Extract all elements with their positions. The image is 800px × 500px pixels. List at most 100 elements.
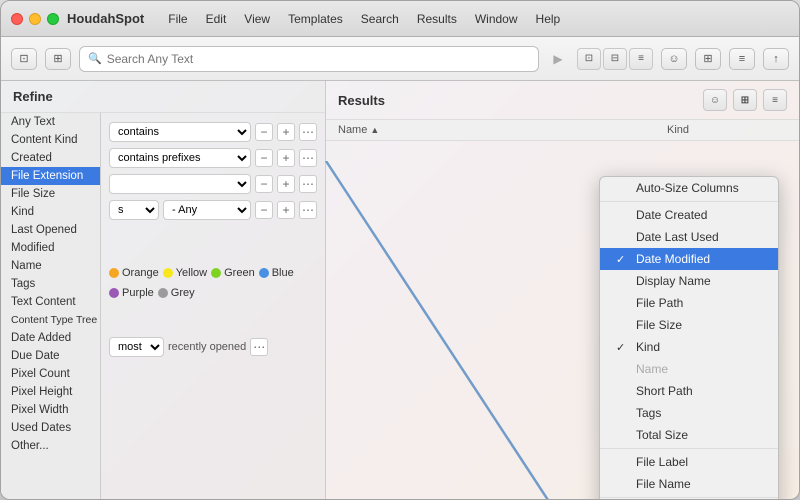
refine-item-modified[interactable]: Modified [1,239,100,257]
refine-item-name[interactable]: Name [1,257,100,275]
refine-item-pixel-count[interactable]: Pixel Count [1,365,100,383]
menu-search[interactable]: Search [353,10,407,28]
refine-item-text-content[interactable]: Text Content [1,293,100,311]
view-single-button[interactable]: ⊡ [577,48,601,70]
toolbar: ⊡ ⊞ 🔍 ▶ ⊡ ⊟ ≡ ☺ ⊞ ≡ ↑ [1,37,799,81]
filter-remove-4[interactable]: − [255,201,273,219]
filter-row-4: s - Any − + ⋯ [101,197,325,223]
results-grid-btn[interactable]: ⊞ [733,89,757,111]
filter-add-2[interactable]: + [277,149,295,167]
grey-label: Grey [171,287,195,299]
color-row-2: Purple Grey [101,283,325,303]
filter-remove-2[interactable]: − [255,149,273,167]
refine-header: Refine [1,81,325,113]
ctx-display-name[interactable]: Display Name [600,270,778,292]
ctx-file-name[interactable]: File Name [600,473,778,495]
refine-item-other[interactable]: Other... [1,437,100,455]
refine-item-tags[interactable]: Tags [1,275,100,293]
ctx-file-path[interactable]: File Path [600,292,778,314]
color-grey[interactable]: Grey [158,287,195,299]
th-kind-label: Kind [667,124,689,136]
filter-add-3[interactable]: + [277,175,295,193]
app-title: HoudahSpot [67,11,144,26]
color-blue[interactable]: Blue [259,267,294,279]
refine-item-last-opened[interactable]: Last Opened [1,221,100,239]
menu-view[interactable]: View [236,10,278,28]
refine-item-kind[interactable]: Kind [1,203,100,221]
color-row: Orange Yellow Green Blue [101,263,325,283]
ctx-label-auto-size: Auto-Size Columns [636,181,762,195]
grid-button[interactable]: ⊞ [695,48,721,70]
menu-edit[interactable]: Edit [198,10,235,28]
refine-item-used-dates[interactable]: Used Dates [1,419,100,437]
th-name[interactable]: Name ▲ [338,124,667,136]
view-split-button[interactable]: ⊟ [603,48,627,70]
filter-select-1[interactable]: contains [109,122,251,142]
share-button[interactable]: ↑ [763,48,789,70]
filter-more-4[interactable]: ⋯ [299,201,317,219]
ctx-date-created[interactable]: Date Created [600,204,778,226]
menu-results[interactable]: Results [409,10,465,28]
ctx-short-path[interactable]: Short Path [600,380,778,402]
filter-more-1[interactable]: ⋯ [299,123,317,141]
menu-file[interactable]: File [160,10,195,28]
refine-item-date-added[interactable]: Date Added [1,329,100,347]
menu-help[interactable]: Help [528,10,569,28]
filter-remove-1[interactable]: − [255,123,273,141]
refine-item-any-text[interactable]: Any Text [1,113,100,131]
results-emoji-btn[interactable]: ☺ [703,89,727,111]
color-purple[interactable]: Purple [109,287,154,299]
spacer-2 [101,243,325,263]
th-kind[interactable]: Kind [667,124,787,136]
refine-item-file-extension[interactable]: File Extension [1,167,100,185]
ctx-kind[interactable]: ✓ Kind [600,336,778,358]
menu-window[interactable]: Window [467,10,526,28]
last-select-most[interactable]: most [109,337,164,357]
refine-item-created[interactable]: Created [1,149,100,167]
lines-button[interactable]: ≡ [729,48,755,70]
menubar: File Edit View Templates Search Results … [160,10,789,28]
refine-item-pixel-width[interactable]: Pixel Width [1,401,100,419]
refine-item-content-kind[interactable]: Content Kind [1,131,100,149]
filter-more-3[interactable]: ⋯ [299,175,317,193]
filter-remove-3[interactable]: − [255,175,273,193]
filter-add-1[interactable]: + [277,123,295,141]
ctx-date-modified[interactable]: ✓ Date Modified [600,248,778,270]
maximize-button[interactable] [47,13,59,25]
refine-item-due-date[interactable]: Due Date [1,347,100,365]
play-button[interactable]: ▶ [547,48,569,70]
close-button[interactable] [11,13,23,25]
refine-item-file-size[interactable]: File Size [1,185,100,203]
view-list-button[interactable]: ≡ [629,48,653,70]
ctx-file-size[interactable]: File Size [600,314,778,336]
last-select-btn[interactable]: ⋯ [250,338,268,356]
ctx-name[interactable]: Name [600,358,778,380]
ctx-date-last-used[interactable]: Date Last Used [600,226,778,248]
ctx-auto-size-columns[interactable]: Auto-Size Columns [600,177,778,199]
filter-select-any[interactable]: - Any [163,200,251,220]
search-bar: 🔍 [79,46,539,72]
sidebar-toggle-button[interactable]: ⊡ [11,48,37,70]
search-input[interactable] [107,52,530,66]
color-green[interactable]: Green [211,267,255,279]
yellow-label: Yellow [176,267,207,279]
ctx-file-label[interactable]: File Label [600,451,778,473]
minimize-button[interactable] [29,13,41,25]
filter-select-2[interactable]: contains prefixes [109,148,251,168]
refine-item-pixel-height[interactable]: Pixel Height [1,383,100,401]
ctx-total-size[interactable]: Total Size [600,424,778,446]
emoji-button[interactable]: ☺ [661,48,687,70]
results-list-btn[interactable]: ≡ [763,89,787,111]
filter-add-4[interactable]: + [277,201,295,219]
menu-templates[interactable]: Templates [280,10,351,28]
refine-item-content-type-tree[interactable]: Content Type Tree [1,311,100,329]
new-tab-button[interactable]: ⊞ [45,48,71,70]
yellow-dot [163,268,173,278]
color-yellow[interactable]: Yellow [163,267,207,279]
color-orange[interactable]: Orange [109,267,159,279]
ctx-label-date-modified: Date Modified [636,252,762,266]
filter-more-2[interactable]: ⋯ [299,149,317,167]
filter-select-3[interactable] [109,174,251,194]
filter-select-4[interactable]: s [109,200,159,220]
ctx-tags[interactable]: Tags [600,402,778,424]
